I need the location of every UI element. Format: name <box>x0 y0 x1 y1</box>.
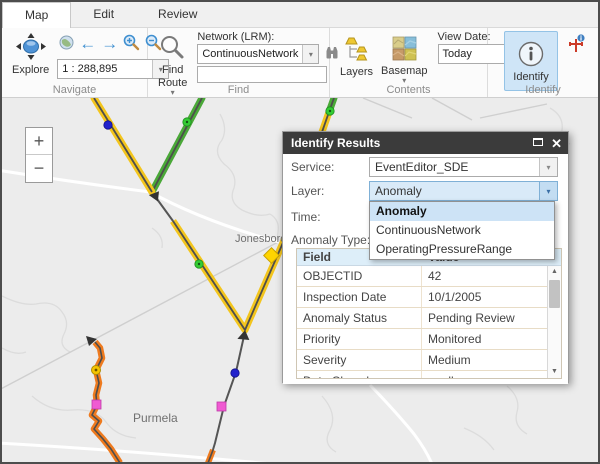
service-value: EventEditor_SDE <box>370 158 539 176</box>
layer-combobox[interactable]: Anomaly ▾ <box>369 181 558 201</box>
tab-review[interactable]: Review <box>136 2 219 27</box>
close-icon[interactable]: ✕ <box>551 138 562 149</box>
map-zoom-out-button[interactable]: − <box>26 155 52 182</box>
route-green[interactable] <box>152 98 202 192</box>
scroll-up-icon[interactable]: ▲ <box>548 266 561 278</box>
route-input[interactable] <box>197 66 327 83</box>
network-lrm-label: Network (LRM): <box>197 31 315 43</box>
marker-pink-square <box>217 402 226 411</box>
layer-dropdown-list: Anomaly ContinuousNetwork OperatingPress… <box>369 201 555 260</box>
dialog-title-bar[interactable]: Identify Results ✕ <box>283 132 568 154</box>
town-label-jonesboro: Jonesboro <box>235 233 286 245</box>
group-navigate: Explore ← → <box>2 28 148 97</box>
service-label: Service: <box>291 160 369 174</box>
table-row[interactable]: Inspection Date10/1/2005 <box>297 287 561 308</box>
table-row[interactable]: SeverityMedium <box>297 350 561 371</box>
tab-edit[interactable]: Edit <box>71 2 136 27</box>
group-identify: Identify Identify <box>488 28 598 97</box>
time-label: Time: <box>291 210 369 224</box>
explore-button[interactable]: Explore <box>8 31 53 78</box>
layers-icon <box>343 36 371 65</box>
dialog-body: Service: EventEditor_SDE ▾ Layer: Anomal… <box>283 154 568 384</box>
route-orange-tail[interactable] <box>208 450 213 462</box>
scroll-down-icon[interactable]: ▼ <box>548 366 561 378</box>
ribbon: Explore ← → <box>2 28 598 98</box>
maximize-icon[interactable] <box>533 138 543 149</box>
identify-results-dialog: Identify Results ✕ Service: EventEditor_… <box>282 131 569 383</box>
table-scrollbar[interactable]: ▲ ▼ <box>547 266 561 378</box>
service-combobox[interactable]: EventEditor_SDE ▾ <box>369 157 558 177</box>
identify-button[interactable]: Identify <box>504 31 558 91</box>
explore-icon <box>16 33 46 63</box>
attributes-table: Field Value OBJECTID42 Inspection Date10… <box>296 248 562 379</box>
tab-map[interactable]: Map <box>2 2 71 28</box>
chevron-down-icon[interactable]: ▾ <box>539 182 557 200</box>
scrollbar-thumb[interactable] <box>549 280 560 308</box>
network-lrm-combobox[interactable]: ContinuousNetwork ▾ <box>197 44 319 64</box>
town-label-purmela: Purmela <box>133 411 178 425</box>
dropdown-option-anomaly[interactable]: Anomaly <box>370 202 554 221</box>
layer-value: Anomaly <box>370 182 539 200</box>
table-row[interactable]: PriorityMonitored <box>297 329 561 350</box>
previous-extent-icon[interactable]: ← <box>79 36 96 52</box>
basemap-button[interactable]: Basemap ▾ <box>377 34 431 86</box>
layers-label: Layers <box>340 66 373 78</box>
point-event-blue <box>104 121 112 129</box>
layer-label: Layer: <box>291 184 369 198</box>
scale-value: 1 : 288,895 <box>58 63 152 75</box>
basemap-icon <box>392 36 417 64</box>
identify-button-label: Identify <box>513 71 548 83</box>
route-orange[interactable] <box>86 336 120 462</box>
next-extent-icon[interactable]: → <box>101 36 118 52</box>
network-lrm-value: ContinuousNetwork <box>198 48 302 60</box>
group-find: Find Route ▾ Network (LRM): ContinuousNe… <box>148 28 330 97</box>
chevron-down-icon[interactable]: ▾ <box>539 158 557 176</box>
layers-button[interactable]: Layers <box>336 34 377 80</box>
find-route-magnifier-icon <box>160 35 185 63</box>
map-canvas[interactable]: Jonesboro Purmela + − Identify Results ✕… <box>2 98 598 462</box>
explore-label: Explore <box>12 64 49 76</box>
map-zoom-control: + − <box>25 127 53 183</box>
zoom-in-icon[interactable] <box>123 34 140 54</box>
table-row[interactable]: Anomaly StatusPending Review <box>297 308 561 329</box>
app-window: Map Edit Review Explore <box>0 0 600 464</box>
find-route-label-1: Find <box>162 64 183 76</box>
identify-icon <box>517 40 545 71</box>
identify-route-location-icon[interactable] <box>566 34 586 57</box>
full-extent-globe-icon[interactable] <box>59 35 74 53</box>
table-row[interactable]: OBJECTID42 <box>297 266 561 287</box>
group-label-contents: Contents <box>330 84 487 96</box>
map-zoom-in-button[interactable]: + <box>26 128 52 155</box>
table-row[interactable]: Date Closed<null> <box>297 371 561 379</box>
ribbon-tab-bar: Map Edit Review <box>2 2 598 28</box>
group-label-find: Find <box>148 84 329 96</box>
group-label-identify: Identify <box>488 84 598 96</box>
point-event-blue <box>231 369 239 377</box>
chevron-down-icon: ▾ <box>402 77 406 84</box>
marker-pink-square <box>92 400 101 409</box>
dropdown-option-continuousnetwork[interactable]: ContinuousNetwork <box>370 221 554 240</box>
dropdown-option-operatingpressurerange[interactable]: OperatingPressureRange <box>370 240 554 259</box>
dialog-title: Identify Results <box>291 136 380 150</box>
chevron-down-icon[interactable]: ▾ <box>302 45 318 63</box>
group-contents: Layers Basemap ▾ <box>330 28 488 97</box>
group-label-navigate: Navigate <box>2 84 147 96</box>
